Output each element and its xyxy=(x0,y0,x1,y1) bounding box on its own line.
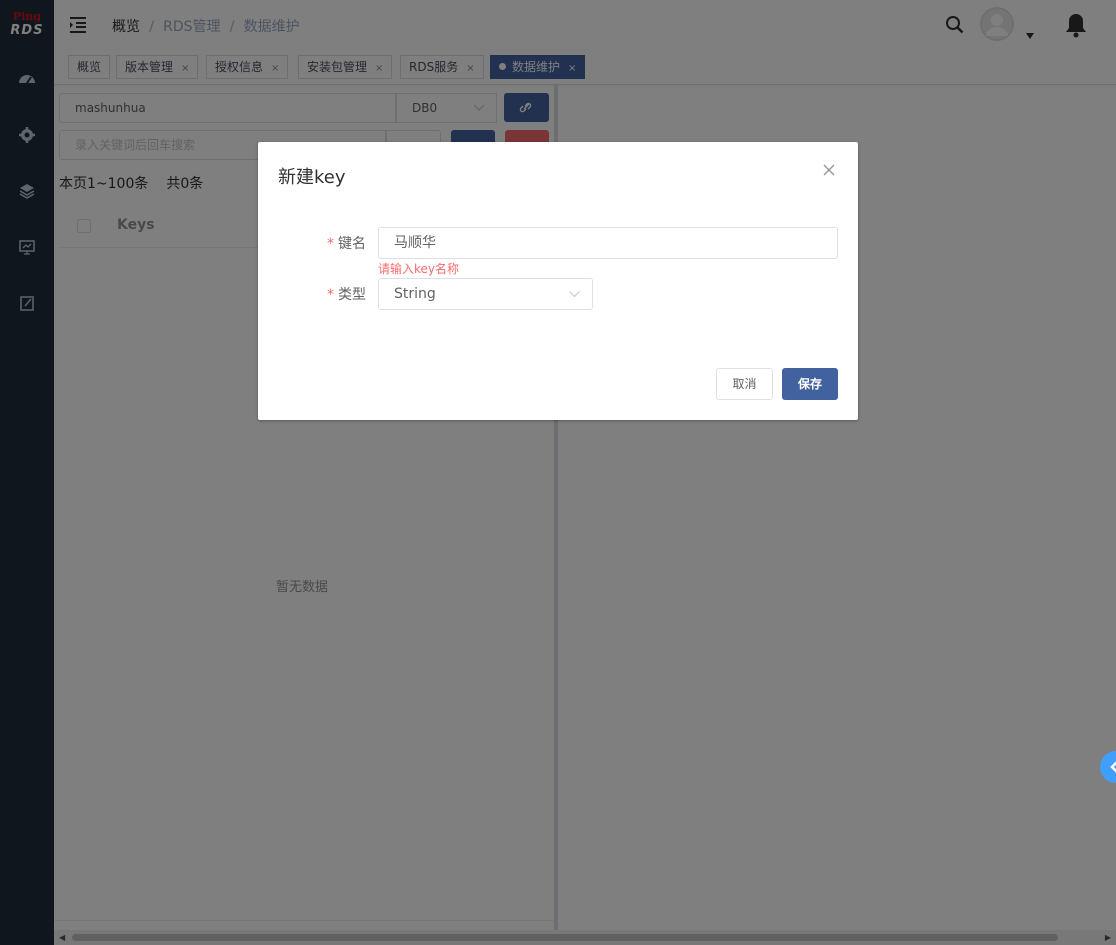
key-name-label-text: 键名 xyxy=(338,236,366,252)
cancel-button[interactable]: 取消 xyxy=(716,368,773,400)
key-name-error: 请输入key名称 xyxy=(378,262,460,276)
close-icon[interactable] xyxy=(821,162,837,178)
type-label: * 类型 xyxy=(318,284,366,304)
required-mark: * xyxy=(327,236,334,252)
key-name-input[interactable]: 马顺华 xyxy=(378,227,838,259)
dialog-title: 新建key xyxy=(278,167,346,188)
type-label-text: 类型 xyxy=(338,287,366,303)
new-key-dialog: 新建key * 键名 马顺华 请输入key名称 * 类型 String 取消 保存 xyxy=(258,142,858,420)
type-select[interactable]: String xyxy=(378,278,593,310)
chevron-down-icon xyxy=(569,291,580,298)
save-button[interactable]: 保存 xyxy=(782,368,838,400)
required-mark: * xyxy=(327,287,334,303)
chevron-left-icon xyxy=(1110,761,1116,773)
type-select-value: String xyxy=(394,286,436,302)
key-name-label: * 键名 xyxy=(318,233,366,253)
